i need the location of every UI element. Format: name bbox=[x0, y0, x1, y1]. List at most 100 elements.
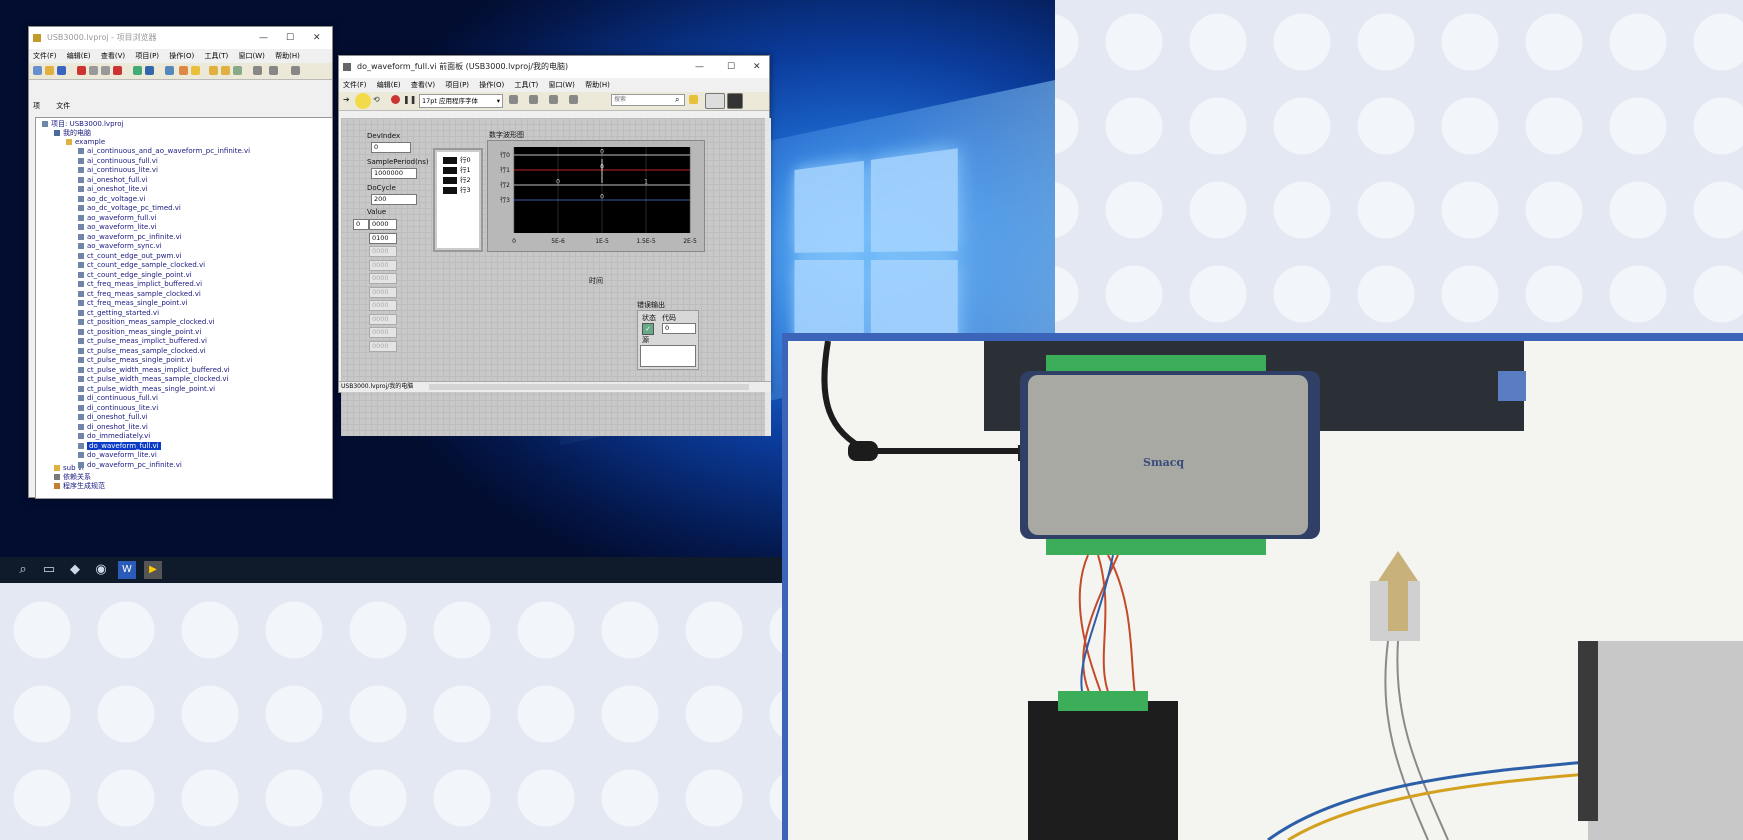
tree-computer[interactable]: 我的电脑 bbox=[54, 129, 91, 138]
menu-operate[interactable]: 操作(O) bbox=[169, 52, 194, 60]
value-array-element[interactable]: 0100 bbox=[369, 232, 397, 244]
window-icon[interactable] bbox=[165, 66, 174, 75]
abort-icon[interactable] bbox=[391, 95, 400, 104]
expand-icon[interactable] bbox=[253, 66, 262, 75]
distribute-icon[interactable] bbox=[529, 95, 538, 104]
docycle-field[interactable]: 200 bbox=[371, 194, 417, 205]
tree-dependencies[interactable]: 依赖关系 bbox=[54, 473, 91, 482]
tree-item[interactable]: ct_freq_meas_single_point.vi bbox=[78, 299, 187, 308]
tree-item[interactable]: ai_oneshot_full.vi bbox=[78, 176, 147, 185]
menu-edit[interactable]: 编辑(E) bbox=[377, 81, 401, 89]
menu-file[interactable]: 文件(F) bbox=[343, 81, 367, 89]
search-icon[interactable]: ⌕ bbox=[675, 95, 679, 105]
labview-icon[interactable]: ▶ bbox=[144, 561, 162, 579]
value-array-element[interactable]: 0000 bbox=[369, 340, 397, 352]
tree-item[interactable]: ao_waveform_full.vi bbox=[78, 214, 156, 223]
minimize-button[interactable]: — bbox=[259, 27, 268, 49]
tree-item[interactable]: ao_waveform_sync.vi bbox=[78, 242, 162, 251]
open-icon[interactable] bbox=[45, 66, 54, 75]
menu-project[interactable]: 项目(P) bbox=[135, 52, 159, 60]
value-index-field[interactable]: 0 bbox=[353, 219, 369, 230]
pause-icon[interactable]: ❚❚ bbox=[403, 95, 416, 104]
tree-item[interactable]: ct_pulse_width_meas_single_point.vi bbox=[78, 385, 215, 394]
tree-item[interactable]: ct_count_edge_out_pwm.vi bbox=[78, 252, 182, 261]
paste-icon[interactable] bbox=[101, 66, 110, 75]
tree-item[interactable]: do_waveform_full.vi bbox=[78, 441, 161, 451]
search-icon[interactable]: ⌕ bbox=[14, 561, 32, 579]
tree-item[interactable]: do_waveform_pc_infinite.vi bbox=[78, 461, 182, 470]
close-button[interactable]: ✕ bbox=[313, 27, 321, 49]
help-icon[interactable] bbox=[689, 95, 698, 104]
tree-item[interactable]: ai_continuous_full.vi bbox=[78, 157, 158, 166]
edge-icon[interactable]: ◉ bbox=[92, 561, 110, 579]
save-icon[interactable] bbox=[57, 66, 66, 75]
tree-item[interactable]: do_waveform_lite.vi bbox=[78, 451, 157, 460]
tree-root[interactable]: 项目: USB3000.lvproj bbox=[42, 120, 123, 129]
tree-item[interactable]: do_immediately.vi bbox=[78, 432, 150, 441]
menu-file[interactable]: 文件(F) bbox=[33, 52, 57, 60]
vi-icon-editor[interactable] bbox=[727, 93, 743, 109]
value-array-element[interactable]: 0000 bbox=[369, 259, 397, 271]
search-input[interactable] bbox=[611, 94, 685, 106]
tree-item[interactable]: di_continuous_lite.vi bbox=[78, 404, 158, 413]
menu-project[interactable]: 项目(P) bbox=[445, 81, 469, 89]
cut-icon[interactable] bbox=[77, 66, 86, 75]
task-view-icon[interactable]: ▭ bbox=[40, 561, 58, 579]
legend-item[interactable]: 行2 bbox=[443, 174, 471, 184]
font-select[interactable]: 17pt 应用程序字体 ▾ bbox=[419, 94, 503, 108]
menu-operate[interactable]: 操作(O) bbox=[479, 81, 504, 89]
tree-item[interactable]: ao_waveform_lite.vi bbox=[78, 223, 157, 232]
tree-item[interactable]: ct_pulse_meas_sample_clocked.vi bbox=[78, 347, 206, 356]
horizontal-scrollbar[interactable] bbox=[429, 384, 749, 390]
value-array-element[interactable]: 0000 bbox=[369, 273, 397, 284]
tree-item[interactable]: ct_position_meas_single_point.vi bbox=[78, 328, 201, 337]
tree-item[interactable]: ao_dc_voltage_pc_timed.vi bbox=[78, 204, 181, 213]
tools-icon[interactable] bbox=[179, 66, 188, 75]
app-icon[interactable]: ◆ bbox=[66, 561, 84, 579]
minimize-button[interactable]: — bbox=[695, 56, 704, 78]
build-icon[interactable] bbox=[133, 66, 142, 75]
maximize-button[interactable]: ☐ bbox=[286, 27, 294, 49]
tree-item[interactable]: ct_getting_started.vi bbox=[78, 309, 159, 318]
legend-item[interactable]: 行1 bbox=[443, 164, 471, 174]
legend-item[interactable]: 行0 bbox=[443, 154, 471, 164]
folder-add-icon[interactable] bbox=[221, 66, 230, 75]
tree-item[interactable]: ct_freq_meas_sample_clocked.vi bbox=[78, 290, 201, 299]
menu-window[interactable]: 窗口(W) bbox=[548, 81, 574, 89]
value-array-element[interactable]: 0000 bbox=[369, 300, 397, 311]
tree-item[interactable]: ct_pulse_meas_single_point.vi bbox=[78, 356, 192, 365]
menu-window[interactable]: 窗口(W) bbox=[238, 52, 264, 60]
value-array-element[interactable]: 0000 bbox=[369, 313, 397, 325]
value-array-element[interactable]: 0000 bbox=[369, 327, 397, 338]
tree-item[interactable]: ct_count_edge_single_point.vi bbox=[78, 271, 192, 280]
legend-item[interactable]: 行3 bbox=[443, 184, 471, 194]
deploy-icon[interactable] bbox=[145, 66, 154, 75]
run-arrow-icon[interactable]: ➔ bbox=[343, 95, 352, 104]
tree-item[interactable]: di_oneshot_full.vi bbox=[78, 413, 148, 422]
collapse-icon[interactable] bbox=[269, 66, 278, 75]
warning-icon[interactable] bbox=[191, 66, 200, 75]
tree-item[interactable]: ct_freq_meas_implict_buffered.vi bbox=[78, 280, 202, 289]
tree-folder-example[interactable]: example bbox=[66, 138, 105, 147]
maximize-button[interactable]: ☐ bbox=[727, 56, 735, 78]
close-button[interactable]: ✕ bbox=[753, 56, 761, 78]
menu-view[interactable]: 查看(V) bbox=[411, 81, 435, 89]
menu-help[interactable]: 帮助(H) bbox=[275, 52, 300, 60]
sampleperiod-field[interactable]: 1000000 bbox=[371, 168, 417, 179]
delete-icon[interactable] bbox=[113, 66, 122, 75]
folder-icon[interactable] bbox=[209, 66, 218, 75]
tree-item[interactable]: di_continuous_full.vi bbox=[78, 394, 158, 403]
refresh-icon[interactable] bbox=[233, 66, 242, 75]
search-project-icon[interactable] bbox=[291, 66, 300, 75]
tab-files[interactable]: 文件 bbox=[56, 102, 70, 110]
menu-tools[interactable]: 工具(T) bbox=[515, 81, 539, 89]
tree-item[interactable]: ct_pulse_width_meas_implict_buffered.vi bbox=[78, 366, 230, 375]
align-icon[interactable] bbox=[509, 95, 518, 104]
tree-item[interactable]: ao_dc_voltage.vi bbox=[78, 195, 145, 204]
devindex-field[interactable]: 0 bbox=[371, 142, 411, 153]
menu-help[interactable]: 帮助(H) bbox=[585, 81, 610, 89]
run-continuously-icon[interactable]: ⟲ bbox=[373, 95, 382, 104]
tree-build-specs[interactable]: 程序生成规范 bbox=[54, 482, 105, 491]
tree-item[interactable]: ct_pulse_meas_implict_buffered.vi bbox=[78, 337, 207, 346]
menu-edit[interactable]: 编辑(E) bbox=[67, 52, 91, 60]
